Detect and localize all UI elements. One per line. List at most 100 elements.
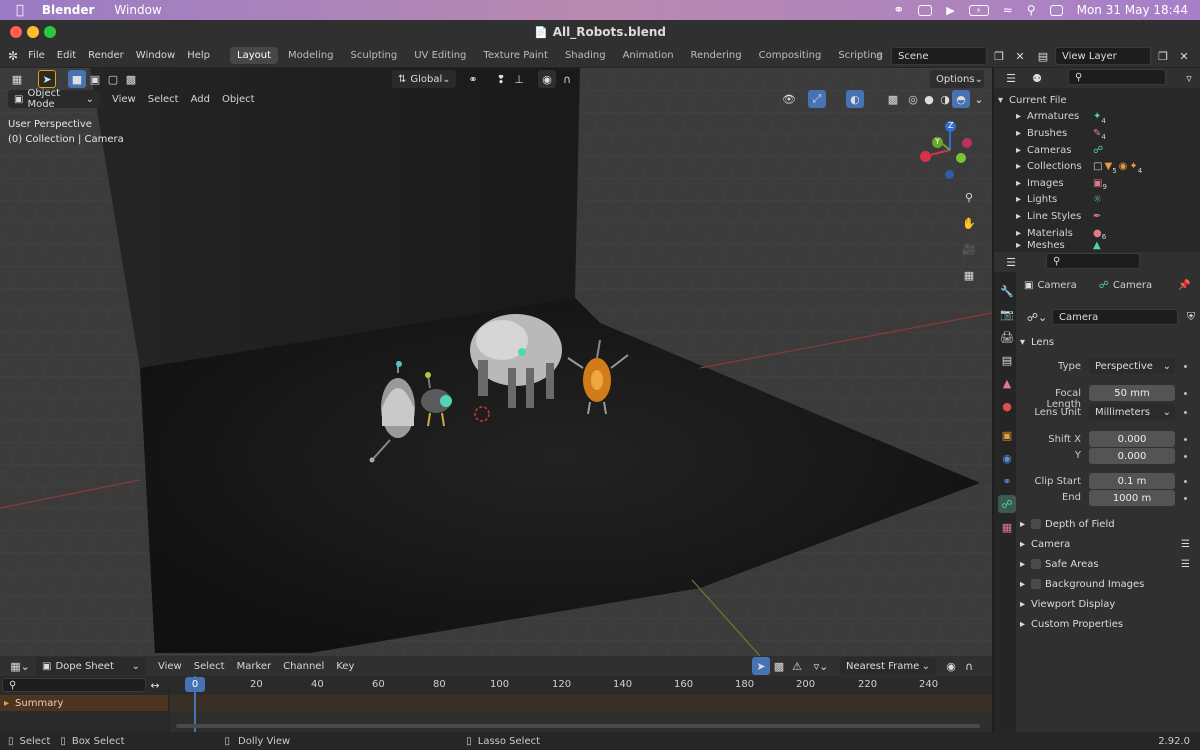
control-center-icon[interactable] bbox=[1049, 4, 1063, 16]
play-icon[interactable]: ▶ bbox=[946, 4, 954, 17]
wifi-icon[interactable]: ≈ bbox=[1003, 3, 1013, 17]
falloff-icon[interactable]: ∩ bbox=[558, 70, 576, 88]
rendered-shading-icon[interactable]: ◓ bbox=[952, 90, 970, 108]
scene-selector[interactable]: Scene bbox=[891, 47, 987, 65]
viewport-menu-object[interactable]: Object bbox=[216, 94, 261, 105]
select-mode-subtract-icon[interactable]: ▢ bbox=[104, 70, 122, 88]
viewport-menu-select[interactable]: Select bbox=[142, 94, 185, 105]
view-layer-selector[interactable]: View Layer bbox=[1055, 47, 1151, 65]
custom-properties-panel[interactable]: ▸ Custom Properties bbox=[1020, 614, 1196, 634]
visibility-icon[interactable]: 👁 bbox=[780, 90, 798, 108]
depth-of-field-panel[interactable]: ▸ Depth of Field bbox=[1020, 514, 1196, 534]
clock[interactable]: Mon 31 May 18:44 bbox=[1077, 3, 1188, 17]
gizmo-x-axis[interactable] bbox=[920, 151, 931, 162]
camera-panel[interactable]: ▸ Camera ☰ bbox=[1020, 534, 1196, 554]
zoom-icon[interactable]: ⚲ bbox=[960, 188, 978, 206]
list-item[interactable]: ▸ Lights ☼ bbox=[994, 192, 1200, 209]
list-item[interactable]: ▸ Meshes ▲ bbox=[994, 241, 1200, 250]
object-mode-dropdown[interactable]: ▣ Object Mode ⌄ bbox=[8, 88, 100, 110]
new-view-layer-icon[interactable]: ❐ bbox=[1154, 47, 1172, 65]
list-item[interactable]: ▸ Brushes ✎ 4 bbox=[994, 125, 1200, 142]
show-hidden-icon[interactable]: ▩ bbox=[770, 657, 788, 675]
viewport-display-panel[interactable]: ▸ Viewport Display bbox=[1020, 594, 1196, 614]
options-dropdown[interactable]: Options ⌄ bbox=[930, 70, 984, 88]
tool-tab-icon[interactable]: 🔧 bbox=[998, 282, 1016, 300]
dopesheet-mode-dropdown[interactable]: ▣ Dope Sheet ⌄ bbox=[36, 657, 146, 675]
summary-channel[interactable]: ▸ Summary bbox=[0, 695, 168, 711]
navigation-gizmo[interactable]: Z Y bbox=[918, 118, 982, 182]
outliner-root[interactable]: ▾ Current File bbox=[994, 92, 1200, 109]
lens-type-dropdown[interactable]: Perspective ⌄ bbox=[1089, 358, 1175, 374]
presets-list-icon[interactable]: ☰ bbox=[1181, 559, 1190, 570]
pivot-point-icon[interactable]: ⚭ bbox=[464, 70, 482, 88]
proportional-editing-icon[interactable]: ◉ bbox=[538, 70, 556, 88]
list-item[interactable]: ▸ Collections □ ▼ 5 ◉ ✦ 4 bbox=[994, 158, 1200, 175]
properties-search-field[interactable]: ⚲ bbox=[1046, 253, 1140, 269]
lens-panel-header[interactable]: ▾ Lens bbox=[1020, 332, 1196, 352]
render-tab-icon[interactable]: 📷 bbox=[998, 305, 1016, 323]
dopesheet-menu-marker[interactable]: Marker bbox=[231, 661, 278, 672]
shading-options-icon[interactable]: ⌄ bbox=[970, 90, 988, 108]
overlay-toggle-icon[interactable]: ◐ bbox=[846, 90, 864, 108]
delete-scene-icon[interactable]: ✕ bbox=[1011, 47, 1029, 65]
world-tab-icon[interactable]: ● bbox=[998, 397, 1016, 415]
background-images-checkbox[interactable] bbox=[1031, 579, 1042, 589]
constraints-tab-icon[interactable]: ⚭ bbox=[998, 472, 1016, 490]
tab-texture-paint[interactable]: Texture Paint bbox=[476, 47, 555, 64]
minimize-window-button[interactable] bbox=[27, 26, 39, 38]
filter-icon[interactable]: ▿⌄ bbox=[808, 657, 834, 675]
gizmo-neg-x[interactable] bbox=[962, 138, 972, 148]
snapping-dropdown[interactable]: Nearest Frame ⌄ bbox=[840, 657, 936, 675]
select-mode-intersect-icon[interactable]: ▩ bbox=[122, 70, 140, 88]
physics-tab-icon[interactable]: ◉ bbox=[998, 449, 1016, 467]
safe-areas-checkbox[interactable] bbox=[1031, 559, 1042, 569]
scene-tab-icon[interactable]: ▲ bbox=[998, 374, 1016, 392]
output-tab-icon[interactable]: 🖨 bbox=[998, 328, 1016, 346]
tab-layout[interactable]: Layout bbox=[230, 47, 279, 64]
only-selected-icon[interactable]: ➤ bbox=[752, 657, 770, 675]
tab-rendering[interactable]: Rendering bbox=[684, 47, 749, 64]
camera-view-icon[interactable]: 🎥 bbox=[960, 240, 978, 258]
close-window-button[interactable] bbox=[10, 26, 22, 38]
list-item[interactable]: ▸ Armatures ✦ 4 bbox=[994, 109, 1200, 126]
datablock-name-field[interactable]: Camera bbox=[1052, 309, 1178, 325]
only-errors-icon[interactable]: ⚠ bbox=[788, 657, 806, 675]
fake-user-shield-icon[interactable]: ⛨ bbox=[1182, 308, 1200, 326]
dopesheet-menu-view[interactable]: View bbox=[152, 661, 188, 672]
search-icon[interactable]: ⚲ bbox=[1027, 3, 1036, 17]
gizmo-neg-y[interactable] bbox=[956, 153, 966, 163]
menu-edit[interactable]: Edit bbox=[51, 50, 82, 61]
list-item[interactable]: ▸ Images ▣ 9 bbox=[994, 175, 1200, 192]
tab-animation[interactable]: Animation bbox=[616, 47, 681, 64]
falloff-icon[interactable]: ∩ bbox=[960, 657, 978, 675]
pin-icon[interactable]: 📌 bbox=[1178, 280, 1190, 291]
channel-search-field[interactable]: ⚲ bbox=[2, 678, 146, 692]
tab-shading[interactable]: Shading bbox=[558, 47, 613, 64]
tab-sculpting[interactable]: Sculpting bbox=[344, 47, 405, 64]
view-layer-icon[interactable]: ▤ bbox=[1034, 47, 1052, 65]
dopesheet-menu-select[interactable]: Select bbox=[188, 661, 231, 672]
snap-target-icon[interactable]: ⊥ bbox=[510, 70, 528, 88]
tab-modeling[interactable]: Modeling bbox=[281, 47, 341, 64]
current-frame-indicator[interactable]: 0 bbox=[185, 677, 205, 692]
list-item[interactable]: ▸ Line Styles ✒ bbox=[994, 208, 1200, 225]
shift-y-field[interactable]: 0.000 bbox=[1089, 448, 1175, 464]
scene-icon[interactable]: ☃ bbox=[870, 47, 888, 65]
zoom-window-button[interactable] bbox=[44, 26, 56, 38]
delete-view-layer-icon[interactable]: ✕ bbox=[1175, 47, 1193, 65]
outliner-search-field[interactable]: ⚲ bbox=[1068, 69, 1166, 85]
filter-icon[interactable]: ▿ bbox=[1180, 69, 1198, 87]
list-item[interactable]: ▸ Materials ● 6 bbox=[994, 225, 1200, 242]
menu-file[interactable]: File bbox=[22, 50, 51, 61]
properties-editor-icon[interactable]: ☰ bbox=[1002, 253, 1020, 271]
apple-icon[interactable]:  bbox=[16, 3, 24, 18]
safe-areas-panel[interactable]: ▸ Safe Areas ☰ bbox=[1020, 554, 1196, 574]
creative-cloud-icon[interactable]: ⚭ bbox=[893, 3, 904, 18]
viewport-menu-view[interactable]: View bbox=[106, 94, 142, 105]
app-name-menu[interactable]: Blender bbox=[42, 3, 95, 17]
shift-x-field[interactable]: 0.000 bbox=[1089, 431, 1175, 447]
new-scene-icon[interactable]: ❐ bbox=[990, 47, 1008, 65]
dopesheet-menu-channel[interactable]: Channel bbox=[277, 661, 330, 672]
menu-help[interactable]: Help bbox=[181, 50, 216, 61]
xray-toggle-icon[interactable]: ▩ bbox=[884, 90, 902, 108]
